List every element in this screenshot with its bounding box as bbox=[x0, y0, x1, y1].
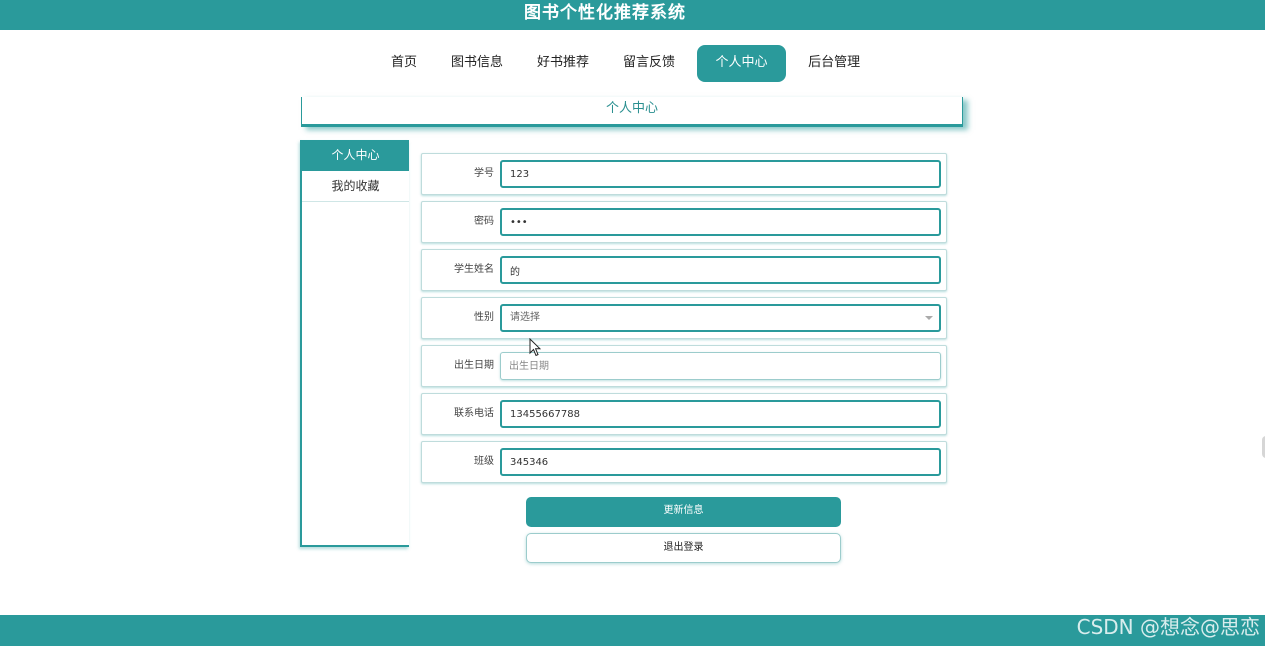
sidebar-item-favorites[interactable]: 我的收藏 bbox=[302, 171, 409, 202]
nav-feedback[interactable]: 留言反馈 bbox=[606, 45, 692, 82]
class-label: 班级 bbox=[474, 456, 494, 467]
birth-date-input[interactable] bbox=[500, 352, 941, 380]
nav-personal-center[interactable]: 个人中心 bbox=[697, 45, 787, 82]
student-name-label: 学生姓名 bbox=[454, 264, 494, 275]
form-row-gender: 性别 请选择 bbox=[421, 297, 947, 339]
top-bar: 图书个性化推荐系统 bbox=[0, 0, 1265, 30]
phone-input[interactable] bbox=[500, 400, 941, 428]
nav-home[interactable]: 首页 bbox=[374, 45, 434, 82]
password-input[interactable] bbox=[500, 208, 941, 236]
password-label: 密码 bbox=[474, 216, 494, 227]
gender-label: 性别 bbox=[474, 312, 494, 323]
form-row-password: 密码 bbox=[421, 201, 947, 243]
main-nav: 首页 图书信息 好书推荐 留言反馈 个人中心 后台管理 bbox=[374, 45, 877, 82]
birth-date-label: 出生日期 bbox=[454, 360, 494, 371]
site-title: 图书个性化推荐系统 bbox=[524, 3, 686, 23]
student-name-input[interactable] bbox=[500, 256, 941, 284]
nav-book-info[interactable]: 图书信息 bbox=[434, 45, 520, 82]
logout-button[interactable]: 退出登录 bbox=[526, 533, 841, 563]
side-menu: 个人中心 我的收藏 bbox=[300, 140, 409, 547]
footer-bar bbox=[0, 615, 1265, 646]
student-id-label: 学号 bbox=[474, 168, 494, 179]
phone-label: 联系电话 bbox=[454, 408, 494, 419]
update-info-button[interactable]: 更新信息 bbox=[526, 497, 841, 527]
chevron-down-icon bbox=[925, 316, 933, 320]
gender-select-placeholder: 请选择 bbox=[510, 312, 540, 323]
nav-recommendations[interactable]: 好书推荐 bbox=[520, 45, 606, 82]
form-row-student-id: 学号 bbox=[421, 153, 947, 195]
profile-form: 学号 密码 学生姓名 性别 请选择 出生日期 联系电话 班级 bbox=[421, 153, 947, 489]
form-row-birth-date: 出生日期 bbox=[421, 345, 947, 387]
gender-select[interactable]: 请选择 bbox=[500, 304, 941, 332]
form-row-phone: 联系电话 bbox=[421, 393, 947, 435]
mouse-cursor-icon bbox=[529, 338, 541, 357]
watermark: CSDN @想念@思恋 bbox=[1076, 615, 1260, 639]
sidebar-item-personal-center[interactable]: 个人中心 bbox=[302, 140, 409, 171]
student-id-input[interactable] bbox=[500, 160, 941, 188]
nav-admin[interactable]: 后台管理 bbox=[791, 45, 877, 82]
class-input[interactable] bbox=[500, 448, 941, 476]
form-row-student-name: 学生姓名 bbox=[421, 249, 947, 291]
section-title: 个人中心 bbox=[301, 97, 963, 127]
form-row-class: 班级 bbox=[421, 441, 947, 483]
